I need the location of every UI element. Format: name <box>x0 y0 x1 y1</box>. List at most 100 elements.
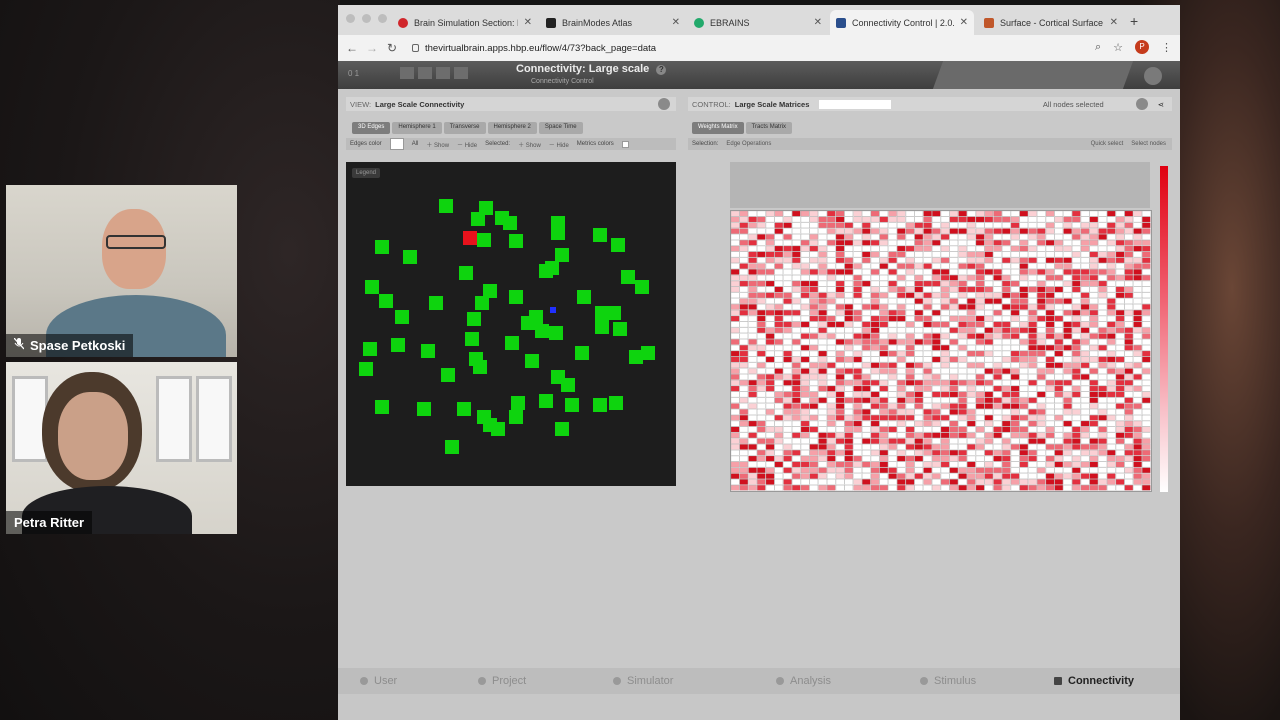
connectivity-node[interactable] <box>525 354 539 368</box>
matrix-cell[interactable] <box>993 397 1002 404</box>
matrix-cell[interactable] <box>914 403 924 409</box>
matrix-cell[interactable] <box>870 234 880 240</box>
matrix-cell[interactable] <box>1045 385 1055 392</box>
matrix-cell[interactable] <box>984 280 994 287</box>
matrix-cell[interactable] <box>905 415 915 421</box>
matrix-cell[interactable] <box>1054 432 1064 439</box>
matrix-cell[interactable] <box>1072 222 1081 229</box>
matrix-cell[interactable] <box>757 269 766 275</box>
matrix-cell[interactable] <box>1142 269 1151 275</box>
back-icon[interactable]: ← <box>342 41 362 55</box>
matrix-cell[interactable] <box>1010 432 1020 439</box>
matrix-cell[interactable] <box>958 321 967 328</box>
matrix-cell[interactable] <box>940 461 950 468</box>
matrix-cell[interactable] <box>888 380 897 386</box>
matrix-cell[interactable] <box>923 222 932 229</box>
matrix-cell[interactable] <box>748 391 757 398</box>
matrix-cell[interactable] <box>923 321 932 328</box>
matrix-cell[interactable] <box>748 240 757 246</box>
matrix-cell[interactable] <box>765 228 775 234</box>
matrix-cell[interactable] <box>757 479 766 485</box>
matrix-cell[interactable] <box>1002 345 1011 351</box>
matrix-cell[interactable] <box>800 315 810 322</box>
matrix-cell[interactable] <box>748 310 757 316</box>
matrix-cell[interactable] <box>1124 479 1134 485</box>
matrix-cell[interactable] <box>1124 444 1134 450</box>
matrix-cell[interactable] <box>897 385 906 392</box>
matrix-cell[interactable] <box>1063 397 1072 404</box>
matrix-cell[interactable] <box>949 280 959 287</box>
matrix-cell[interactable] <box>1063 473 1072 479</box>
matrix-cell[interactable] <box>932 444 941 450</box>
matrix-cell[interactable] <box>984 391 994 398</box>
matrix-cell[interactable] <box>958 280 967 287</box>
matrix-cell[interactable] <box>818 356 827 363</box>
matrix-cell[interactable] <box>967 245 976 252</box>
matrix-cell[interactable] <box>731 362 740 369</box>
matrix-cell[interactable] <box>1089 310 1099 316</box>
matrix-cell[interactable] <box>1028 467 1037 474</box>
matrix-cell[interactable] <box>783 356 792 363</box>
matrix-cell[interactable] <box>1010 356 1020 363</box>
matrix-cell[interactable] <box>1054 374 1064 380</box>
matrix-cell[interactable] <box>870 444 880 450</box>
matrix-cell[interactable] <box>1037 380 1046 386</box>
matrix-cell[interactable] <box>1037 339 1046 345</box>
matrix-cell[interactable] <box>1133 292 1142 299</box>
matrix-cell[interactable] <box>792 391 801 398</box>
matrix-cell[interactable] <box>1045 245 1055 252</box>
matrix-cell[interactable] <box>967 473 976 479</box>
matrix-cell[interactable] <box>1019 426 1029 433</box>
matrix-cell[interactable] <box>1098 280 1107 287</box>
matrix-cell[interactable] <box>1045 444 1055 450</box>
matrix-cell[interactable] <box>1028 263 1037 269</box>
matrix-cell[interactable] <box>1080 234 1090 240</box>
matrix-cell[interactable] <box>800 415 810 421</box>
matrix-cell[interactable] <box>993 368 1002 374</box>
matrix-cell[interactable] <box>792 350 801 357</box>
matrix-cell[interactable] <box>1107 374 1116 380</box>
matrix-cell[interactable] <box>1037 298 1046 304</box>
matrix-cell[interactable] <box>1142 356 1151 363</box>
matrix-cell[interactable] <box>1028 409 1037 415</box>
matrix-cell[interactable] <box>1072 356 1081 363</box>
connectivity-node[interactable] <box>509 234 523 248</box>
matrix-cell[interactable] <box>835 362 845 369</box>
matrix-cell[interactable] <box>1107 345 1116 351</box>
matrix-cell[interactable] <box>905 315 915 322</box>
matrix-cell[interactable] <box>1010 275 1020 281</box>
matrix-cell[interactable] <box>853 415 862 421</box>
matrix-cell[interactable] <box>1107 409 1116 415</box>
matrix-cell[interactable] <box>748 450 757 456</box>
matrix-cell[interactable] <box>870 298 880 304</box>
matrix-cell[interactable] <box>984 216 994 223</box>
matrix-cell[interactable] <box>774 415 784 421</box>
matrix-cell[interactable] <box>984 380 994 386</box>
matrix-cell[interactable] <box>888 350 897 357</box>
matrix-cell[interactable] <box>958 420 967 427</box>
matrix-cell[interactable] <box>783 467 792 474</box>
hide-selected-button[interactable]: － Hide <box>549 140 569 149</box>
matrix-cell[interactable] <box>1142 292 1151 299</box>
matrix-cell[interactable] <box>940 240 950 246</box>
matrix-cell[interactable] <box>809 333 819 339</box>
matrix-cell[interactable] <box>1098 356 1107 363</box>
matrix-cell[interactable] <box>1115 216 1125 223</box>
matrix-cell[interactable] <box>800 211 810 217</box>
matrix-cell[interactable] <box>757 345 766 351</box>
matrix-cell[interactable] <box>940 222 950 229</box>
matrix-cell[interactable] <box>783 263 792 269</box>
matrix-cell[interactable] <box>862 415 871 421</box>
matrix-cell[interactable] <box>765 292 775 299</box>
matrix-cell[interactable] <box>1010 263 1020 269</box>
matrix-cell[interactable] <box>1124 228 1134 234</box>
matrix-cell[interactable] <box>1028 257 1037 264</box>
connectivity-node[interactable] <box>521 316 535 330</box>
matrix-cell[interactable] <box>923 356 932 363</box>
matrix-cell[interactable] <box>1124 409 1134 415</box>
connectivity-node[interactable] <box>445 440 459 454</box>
matrix-cell[interactable] <box>1107 444 1116 450</box>
matrix-cell[interactable] <box>1133 385 1142 392</box>
menu-stimulus[interactable]: Stimulus <box>920 675 976 687</box>
matrix-cell[interactable] <box>1107 321 1116 328</box>
